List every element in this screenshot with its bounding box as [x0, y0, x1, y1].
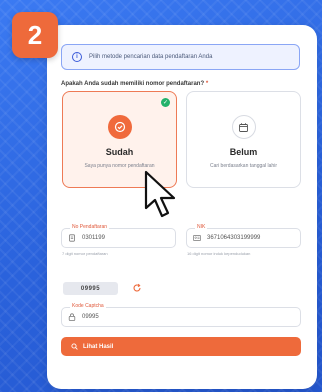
check-circle-icon — [107, 115, 132, 139]
info-banner-text: Pilih metode pencarian data pendaftaran … — [89, 54, 213, 60]
option-belum-title: Belum — [229, 147, 258, 157]
nik-label: NIK — [195, 224, 208, 230]
captcha-code-label: Kode Captcha — [70, 303, 106, 309]
captcha-code-value: 09995 — [82, 314, 99, 320]
submit-button-label: Lihat Hasil — [83, 343, 114, 350]
registration-number-label: No Pendaftaran — [70, 224, 110, 230]
submit-button[interactable]: Lihat Hasil — [61, 337, 301, 356]
refresh-captcha-icon[interactable] — [132, 283, 142, 293]
registration-number-field[interactable]: No Pendaftaran 0301199 — [61, 224, 176, 248]
step-badge: 2 — [12, 12, 58, 58]
option-belum-subtitle: Cari berdasarkan tanggal lahir — [210, 163, 277, 169]
option-sudah-subtitle: Saya punya nomor pendaftaran — [84, 163, 155, 169]
selected-check-icon: ✓ — [161, 98, 170, 107]
mouse-pointer-icon — [144, 170, 176, 218]
option-belum[interactable]: Belum Cari berdasarkan tanggal lahir — [186, 91, 301, 188]
nik-field[interactable]: NIK 3671064303199999 — [186, 224, 301, 248]
calendar-icon — [231, 115, 256, 139]
search-icon — [71, 343, 78, 350]
captcha-code-field[interactable]: Kode Captcha 09995 — [61, 303, 301, 327]
option-sudah-title: Sudah — [105, 147, 134, 157]
registration-number-hint: 7 digit nomor pendaftaran — [62, 251, 108, 256]
registration-number-value: 0301199 — [82, 235, 105, 241]
lock-icon — [68, 313, 76, 321]
document-icon — [68, 234, 76, 242]
question-label: Apakah Anda sudah memiliki nomor pendaft… — [61, 81, 208, 87]
info-icon: i — [72, 52, 82, 62]
id-card-icon — [193, 234, 201, 242]
nik-value: 3671064303199999 — [207, 235, 261, 241]
captcha-image: 09995 — [63, 282, 118, 295]
required-mark: * — [205, 81, 209, 87]
form-card — [47, 25, 317, 389]
nik-hint: 16 digit nomor induk kependudukan — [187, 251, 251, 256]
info-banner: i Pilih metode pencarian data pendaftara… — [61, 44, 300, 70]
question-text: Apakah Anda sudah memiliki nomor pendaft… — [61, 81, 205, 87]
